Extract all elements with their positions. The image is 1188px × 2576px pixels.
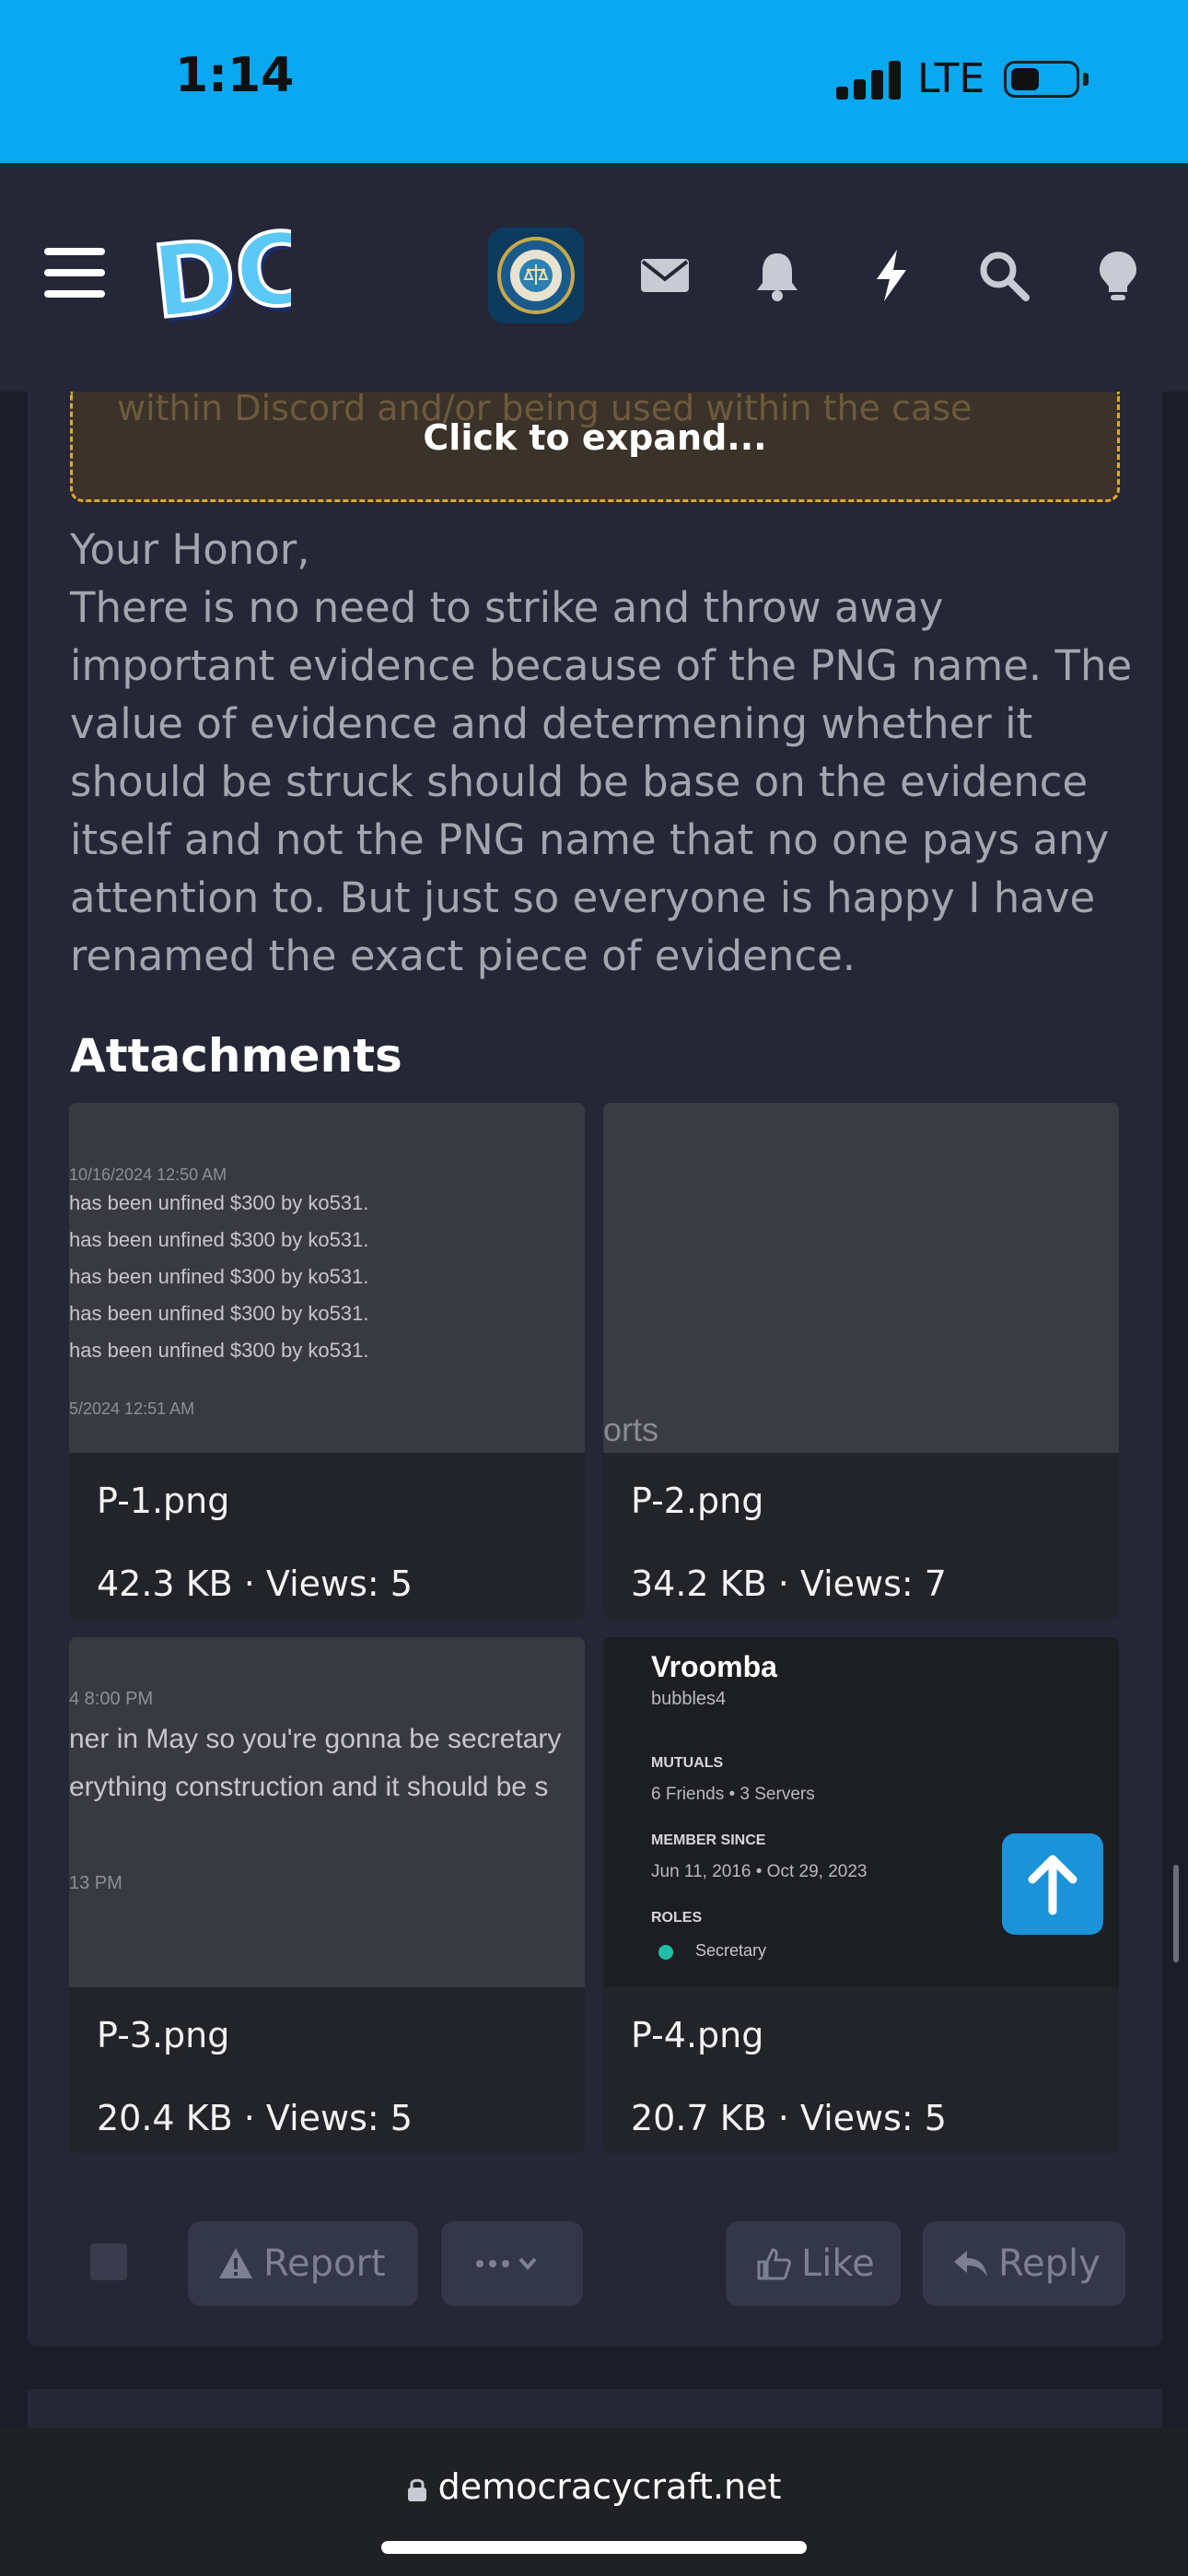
battery-cap — [1083, 73, 1089, 86]
attachment-card[interactable]: orts P-2.png 34.2 KB · Views: 7 — [603, 1103, 1119, 1619]
thumb-text: Jun 11, 2016 • Oct 29, 2023 — [651, 1862, 868, 1881]
site-navbar: DC DC — [0, 163, 1188, 392]
thumb-text: has been unfined $300 by ko531. — [69, 1339, 369, 1362]
select-checkbox[interactable] — [90, 2243, 127, 2280]
thumb-text: Vroomba — [651, 1650, 777, 1683]
scrollbar[interactable] — [1173, 1865, 1179, 1962]
thumb-text: erything construction and it should be s — [69, 1772, 549, 1802]
like-label: Like — [801, 2242, 875, 2285]
more-options-button[interactable] — [441, 2221, 583, 2306]
attachment-filename[interactable]: P-1.png — [97, 1481, 229, 1521]
attachment-meta: 34.2 KB · Views: 7 — [631, 1563, 947, 1604]
scroll-to-top-button[interactable] — [1002, 1833, 1103, 1935]
svg-text:DC: DC — [153, 220, 291, 331]
post-body: Your Honor, There is no need to strike a… — [70, 521, 1138, 985]
thumb-text: has been unfined $300 by ko531. — [69, 1191, 369, 1214]
attachment-thumbnail[interactable]: orts — [603, 1103, 1119, 1453]
expand-quote-button[interactable]: Click to expand... — [73, 417, 1117, 458]
thumb-text: bubbles4 — [651, 1689, 727, 1709]
thumb-text: 6 Friends • 3 Servers — [651, 1785, 815, 1804]
url-display[interactable]: democracycraft.net — [0, 2466, 1188, 2507]
thumb-text: 10/16/2024 12:50 AM — [69, 1165, 227, 1184]
thumb-text: has been unfined $300 by ko531. — [69, 1265, 369, 1288]
like-button[interactable]: Like — [726, 2221, 901, 2306]
thumbs-up-icon — [757, 2248, 791, 2280]
status-time: 1:14 — [175, 48, 295, 103]
site-logo[interactable]: DC DC — [153, 220, 291, 331]
quote-block[interactable]: within Discord and/or being used within … — [70, 392, 1120, 502]
thumb-text: orts — [603, 1411, 659, 1448]
attachment-thumbnail[interactable]: 10/16/2024 12:50 AM has been unfined $30… — [69, 1103, 585, 1453]
thumb-text: has been unfined $300 by ko531. — [69, 1228, 369, 1251]
post: within Discord and/or being used within … — [28, 392, 1162, 2347]
arrow-up-icon — [1028, 1855, 1077, 1915]
thumb-text: MEMBER SINCE — [651, 1832, 766, 1848]
lock-icon — [407, 2478, 426, 2501]
report-button[interactable]: Report — [188, 2221, 418, 2306]
post-paragraph: There is no need to strike and throw awa… — [70, 583, 1133, 980]
attachment-card[interactable]: 10/16/2024 12:50 AM has been unfined $30… — [69, 1103, 585, 1619]
next-post — [28, 2389, 1162, 2428]
report-label: Report — [263, 2242, 386, 2285]
signal-icon — [836, 59, 903, 100]
thumb-text: ROLES — [651, 1910, 703, 1926]
bell-icon[interactable] — [748, 246, 807, 305]
thumb-text: Secretary — [695, 1941, 767, 1960]
thread-content: within Discord and/or being used within … — [0, 392, 1188, 2428]
home-indicator[interactable] — [381, 2541, 807, 2554]
bolt-icon[interactable] — [862, 246, 921, 305]
battery-icon — [1004, 61, 1079, 98]
search-icon[interactable] — [974, 246, 1033, 305]
attachment-meta: 42.3 KB · Views: 5 — [97, 1563, 413, 1604]
post-greeting: Your Honor, — [70, 525, 310, 574]
thumb-text: MUTUALS — [651, 1755, 724, 1771]
attachment-card[interactable]: 4 8:00 PM ner in May so you're gonna be … — [69, 1637, 585, 2153]
thumb-text: 5/2024 12:51 AM — [69, 1399, 195, 1418]
role-dot — [658, 1945, 673, 1960]
envelope-icon[interactable] — [635, 246, 694, 305]
attachment-meta: 20.4 KB · Views: 5 — [97, 2098, 413, 2138]
thumb-text: 13 PM — [69, 1873, 122, 1893]
menu-icon[interactable] — [44, 248, 105, 298]
attachment-filename[interactable]: P-3.png — [97, 2015, 229, 2055]
attachment-thumbnail[interactable]: 4 8:00 PM ner in May so you're gonna be … — [69, 1637, 585, 1987]
attachment-filename[interactable]: P-4.png — [631, 2015, 763, 2055]
url-text: democracycraft.net — [437, 2466, 782, 2507]
status-bar: 1:14 LTE — [0, 0, 1188, 163]
post-actions: Report Like Reply — [28, 2214, 1162, 2306]
reply-label: Reply — [998, 2242, 1101, 2285]
user-avatar[interactable] — [488, 228, 584, 323]
attachment-meta: 20.7 KB · Views: 5 — [631, 2098, 947, 2138]
network-label: LTE — [917, 55, 985, 102]
more-icon — [476, 2257, 537, 2271]
thumb-text: 4 8:00 PM — [69, 1689, 154, 1709]
thumb-text: ner in May so you're gonna be secretary — [69, 1724, 562, 1754]
thumb-text: has been unfined $300 by ko531. — [69, 1302, 369, 1325]
lightbulb-icon[interactable] — [1089, 246, 1147, 305]
attachment-filename[interactable]: P-2.png — [631, 1481, 763, 1521]
warning-icon — [219, 2248, 252, 2278]
attachments-title: Attachments — [70, 1029, 402, 1083]
reply-icon — [954, 2251, 987, 2277]
reply-button[interactable]: Reply — [923, 2221, 1125, 2306]
